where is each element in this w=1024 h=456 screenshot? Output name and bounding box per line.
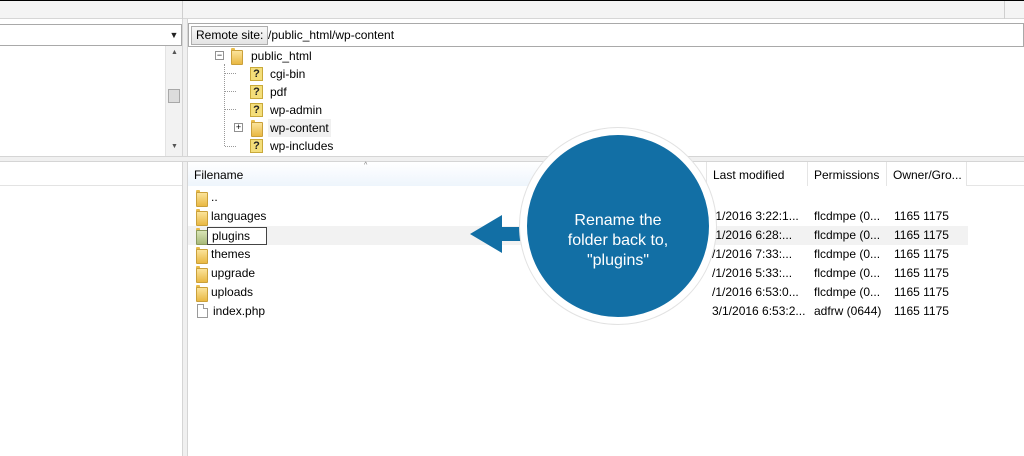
toolbar-separator (182, 1, 183, 19)
local-directory-tree[interactable]: ▲ ▼ (0, 46, 182, 156)
tree-item-label: wp-includes (270, 139, 334, 153)
file-name: .. (211, 190, 218, 204)
folder-icon (231, 48, 243, 65)
file-owner: 1165 1175 (894, 247, 949, 261)
remote-path-input[interactable]: /public_html/wp-content (268, 26, 394, 45)
file-name: upgrade (211, 266, 256, 280)
column-filename[interactable]: Filename ^ (188, 162, 552, 186)
folder-icon (196, 228, 208, 245)
tree-item-label: wp-admin (270, 103, 323, 117)
file-modified: /1/2016 5:33:... (712, 266, 793, 280)
collapse-icon[interactable]: − (215, 51, 224, 60)
file-icon (197, 304, 208, 318)
tree-item-wp-content[interactable]: + wp-content (188, 119, 488, 137)
file-owner: 1165 1175 (894, 285, 949, 299)
expand-icon[interactable]: + (234, 123, 243, 132)
column-last-modified[interactable]: Last modified (707, 162, 808, 186)
question-folder-icon: ? (250, 67, 263, 81)
column-owner-group[interactable]: Owner/Gro... (887, 162, 967, 186)
tree-item-label: cgi-bin (270, 67, 306, 81)
tree-item-public-html[interactable]: − public_html (188, 47, 488, 65)
question-folder-icon: ? (250, 139, 263, 153)
tree-item-label: pdf (270, 85, 287, 99)
file-permissions: flcdmpe (0... (814, 285, 881, 299)
callout-text: Rename the folder back to, "plugins" (527, 211, 709, 271)
chevron-down-icon[interactable]: ▼ (167, 25, 181, 45)
file-name: languages (211, 209, 267, 223)
scroll-up-icon[interactable]: ▲ (166, 46, 183, 60)
column-permissions[interactable]: Permissions (808, 162, 887, 186)
scroll-down-icon[interactable]: ▼ (166, 140, 183, 154)
file-permissions: adfrw (0644) (814, 304, 882, 318)
file-permissions: flcdmpe (0... (814, 228, 881, 242)
rename-input[interactable]: plugins (207, 227, 267, 245)
column-label: Last modified (713, 168, 785, 182)
remote-site-bar: Remote site: /public_html/wp-content (188, 23, 1024, 47)
callout-line: folder back to, (567, 232, 669, 249)
tree-item-label: wp-content (268, 119, 331, 137)
folder-icon (196, 247, 208, 264)
column-label: Filename (194, 168, 244, 182)
folder-icon (196, 209, 208, 226)
question-folder-icon: ? (250, 85, 263, 99)
file-modified: /1/2016 7:33:... (712, 247, 793, 261)
file-modified: /1/2016 3:22:1... (712, 209, 799, 223)
folder-icon (196, 285, 208, 302)
scroll-thumb[interactable] (168, 89, 180, 103)
file-owner: 1165 1175 (894, 266, 949, 280)
local-path-combobox[interactable]: ▼ (0, 24, 182, 46)
callout-line: "plugins" (586, 252, 650, 269)
folder-icon (196, 190, 208, 207)
file-name: themes (211, 247, 251, 261)
column-label: Owner/Gro... (893, 168, 962, 182)
tree-item-label: public_html (251, 49, 312, 63)
file-owner: 1165 1175 (894, 304, 949, 318)
tree-item-wp-admin[interactable]: ? wp-admin (188, 101, 488, 119)
callout-line: Rename the (574, 212, 662, 229)
file-permissions: flcdmpe (0... (814, 247, 881, 261)
file-modified: /1/2016 6:28:... (712, 228, 793, 242)
file-name: index.php (213, 304, 266, 318)
local-list-header (0, 162, 182, 186)
folder-icon (196, 266, 208, 283)
folder-icon (251, 120, 263, 137)
sort-ascending-icon: ^ (364, 162, 368, 169)
file-modified: /1/2016 6:53:0... (712, 285, 799, 299)
callout-bubble: Rename the folder back to, "plugins" (520, 128, 716, 324)
file-owner: 1165 1175 (894, 228, 949, 242)
toolbar-strip (0, 1, 1024, 19)
remote-site-label[interactable]: Remote site: (191, 26, 269, 45)
local-file-list[interactable] (0, 162, 182, 456)
column-label: Permissions (814, 168, 880, 182)
file-name: uploads (211, 285, 254, 299)
file-permissions: flcdmpe (0... (814, 209, 881, 223)
tree-item-wp-includes[interactable]: ? wp-includes (188, 137, 488, 155)
question-folder-icon: ? (250, 103, 263, 117)
file-permissions: flcdmpe (0... (814, 266, 881, 280)
file-owner: 1165 1175 (894, 209, 949, 223)
tree-item-pdf[interactable]: ? pdf (188, 83, 488, 101)
local-tree-scrollbar[interactable]: ▲ ▼ (165, 46, 182, 156)
tree-item-cgi-bin[interactable]: ? cgi-bin (188, 65, 488, 83)
toolbar-separator (1004, 1, 1005, 19)
file-modified: 3/1/2016 6:53:2... (712, 304, 806, 318)
